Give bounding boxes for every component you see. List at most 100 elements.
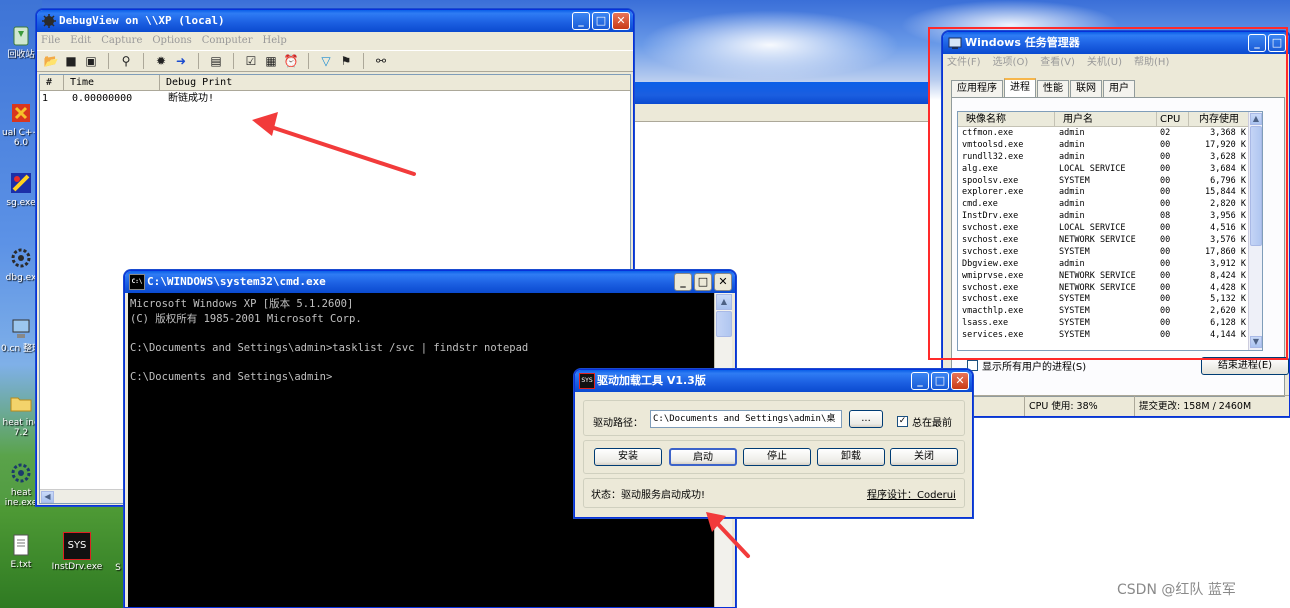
driver-loader-window[interactable]: SYS 驱动加载工具 V1.3版 _ □ ✕ 驱动路径： C:\Document… (574, 369, 973, 518)
save-icon[interactable]: ■ (63, 53, 79, 69)
save-as-icon[interactable]: ▣ (83, 53, 99, 69)
install-button[interactable]: 安装 (594, 448, 662, 466)
toolbar-separator (108, 53, 109, 69)
always-on-top-checkbox[interactable]: ✓ (897, 416, 908, 427)
column-header-debug-print[interactable]: Debug Print (160, 75, 630, 90)
folder-icon (10, 397, 32, 412)
maximize-button[interactable]: □ (931, 372, 949, 390)
toolbar-separator (198, 53, 199, 69)
menu-edit[interactable]: Edit (70, 32, 91, 50)
menu-computer[interactable]: Computer (202, 32, 253, 50)
capture-icon[interactable]: ✹ (153, 53, 169, 69)
debugview-list-header: # Time Debug Print (40, 75, 630, 91)
unload-button[interactable]: 卸载 (817, 448, 885, 466)
close-button[interactable]: ✕ (714, 273, 732, 291)
find-icon[interactable]: ⚲ (118, 53, 134, 69)
row-time: 0.00000000 (72, 93, 133, 104)
gear-icon (11, 248, 31, 268)
status-cpu-usage: CPU 使用: 38% (1025, 396, 1135, 416)
show-all-label: 显示所有用户的进程(S) (982, 362, 1087, 373)
open-icon[interactable]: 📂 (43, 53, 59, 69)
toolbar-separator (363, 53, 364, 69)
menu-options[interactable]: Options (152, 32, 191, 50)
scroll-left-button[interactable]: ◀ (41, 491, 54, 503)
desktop-icon-text-file[interactable]: E.txt (0, 532, 42, 570)
debugview-row[interactable]: 1 0.00000000 断链成功! (40, 91, 630, 106)
clock-icon[interactable]: ⏰ (283, 53, 299, 69)
close-tool-button[interactable]: 关闭 (890, 448, 958, 466)
minimize-button[interactable]: _ (674, 273, 692, 291)
close-button[interactable]: ✕ (951, 372, 969, 390)
toolbar-separator (308, 53, 309, 69)
desktop-icon-label: InstDrv.exe (51, 562, 103, 572)
row-num: 1 (42, 93, 49, 104)
browse-button[interactable]: ... (849, 410, 883, 428)
gear-icon (11, 463, 31, 483)
driver-path-label: 驱动路径： (593, 418, 643, 429)
maximize-button[interactable]: □ (592, 12, 610, 30)
scroll-thumb[interactable] (716, 311, 732, 337)
desktop-icon-label: S (115, 563, 121, 573)
driver-path-input[interactable]: C:\Documents and Settings\admin\桌 (650, 410, 842, 428)
clock-time-icon[interactable]: ▦ (263, 53, 279, 69)
computer-icon (12, 319, 30, 338)
debugview-titlebar[interactable]: DebugView on \\XP (local) _ □ ✕ (37, 10, 633, 32)
column-header-num[interactable]: # (40, 75, 64, 90)
desktop-icon-label: heat ine.exe (4, 488, 38, 508)
status-commit-charge: 提交更改: 158M / 2460M (1139, 401, 1252, 412)
desktop-icon-instdrv[interactable]: SYS InstDrv.exe (44, 532, 110, 572)
show-all-processes[interactable]: 显示所有用户的进程(S) (967, 358, 1086, 373)
menu-file[interactable]: File (41, 32, 60, 50)
binoculars-icon[interactable]: ⚯ (373, 53, 389, 69)
highlight-icon[interactable]: ⚑ (338, 53, 354, 69)
driver-loader-app-icon: SYS (579, 373, 595, 389)
console-line: Microsoft Windows XP [版本 5.1.2600] (130, 298, 354, 310)
filter-icon[interactable]: ▽ (318, 53, 334, 69)
minimize-button[interactable]: _ (572, 12, 590, 30)
scroll-up-button[interactable]: ▲ (716, 294, 732, 310)
watermark: CSDN @红队 蓝军 (1117, 582, 1236, 598)
annotation-red-box (928, 27, 1288, 360)
minimize-button[interactable]: _ (911, 372, 929, 390)
debugview-title: DebugView on \\XP (local) (59, 14, 225, 27)
recycle-bin-icon (13, 26, 29, 46)
desktop-icon-label: 回收站 (7, 50, 35, 60)
task-manager-statusbar: : 29 CPU 使用: 38% 提交更改: 158M / 2460M (943, 395, 1289, 416)
app-icon (11, 173, 31, 193)
row-message: 断链成功! (168, 93, 215, 104)
desktop-icon-label: heat ine 7.2 (2, 418, 40, 438)
clear-icon[interactable]: ▤ (208, 53, 224, 69)
desktop-icon-label: dbg.ex (5, 273, 37, 283)
desktop-icon-label: sg.exe (6, 198, 36, 208)
menu-capture[interactable]: Capture (101, 32, 142, 50)
desktop-cloud (640, 10, 900, 80)
start-button[interactable]: 启动 (669, 448, 737, 466)
toolbar-separator (143, 53, 144, 69)
maximize-button[interactable]: □ (694, 273, 712, 291)
background-window-body (634, 122, 928, 268)
column-header-time[interactable]: Time (64, 75, 160, 90)
debugview-toolbar: 📂 ■ ▣ ⚲ ✹ ➜ ▤ ☑ ▦ ⏰ ▽ ⚑ ⚯ (37, 50, 633, 72)
driver-loader-titlebar[interactable]: SYS 驱动加载工具 V1.3版 _ □ ✕ (575, 370, 972, 392)
driver-loader-title: 驱动加载工具 V1.3版 (597, 374, 706, 387)
console-line: C:\Documents and Settings\admin>tasklist… (130, 341, 529, 354)
desktop-icon-label: ual C++ 6.0 (2, 128, 40, 148)
debugview-app-icon (42, 14, 56, 28)
cmd-title: C:\WINDOWS\system32\cmd.exe (147, 275, 326, 288)
always-on-top-option[interactable]: ✓ 总在最前 (897, 414, 952, 429)
stop-button[interactable]: 停止 (743, 448, 811, 466)
background-window-titlebar (634, 82, 928, 104)
instdrv-icon: SYS (63, 532, 91, 560)
close-button[interactable]: ✕ (612, 12, 630, 30)
arrow-right-icon[interactable]: ➜ (173, 53, 189, 69)
text-file-icon (13, 534, 29, 556)
cmd-titlebar[interactable]: C:\ C:\WINDOWS\system32\cmd.exe _ □ ✕ (125, 271, 735, 293)
background-window-toolbar (634, 104, 928, 122)
console-line: (C) 版权所有 1985-2001 Microsoft Corp. (130, 312, 362, 325)
time-icon[interactable]: ☑ (243, 53, 259, 69)
menu-help[interactable]: Help (263, 32, 287, 50)
desktop-icon-label: E.txt (10, 560, 32, 570)
author-link[interactable]: 程序设计：Coderui (867, 486, 956, 501)
